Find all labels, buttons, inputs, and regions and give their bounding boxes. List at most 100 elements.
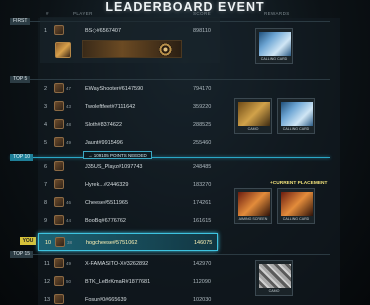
- player-score: 102030: [193, 297, 212, 303]
- player-score: 288525: [193, 122, 212, 128]
- rank-number: 13: [44, 297, 51, 303]
- player-score: 248485: [193, 164, 212, 170]
- player-level: 50: [66, 279, 72, 284]
- column-header-number: #: [46, 11, 49, 16]
- player-level: 49: [66, 140, 72, 145]
- rank-number: 5: [44, 140, 48, 146]
- current-placement-label: +CURRENT PLACEMENT: [270, 181, 328, 186]
- rank-number: 10: [45, 240, 52, 246]
- player-banner: [82, 40, 182, 58]
- reward-label: AIMING SCREEN: [238, 217, 268, 221]
- rank-emblem-icon: [54, 276, 64, 286]
- player-score: 112090: [193, 279, 211, 285]
- player-name: EWayShooter#6147590: [85, 86, 144, 92]
- rank-emblem-icon: [54, 179, 64, 189]
- reward-camo[interactable]: CAMO: [234, 98, 272, 134]
- leaderboard-row[interactable]: 9 44 BooBq#6776762 161615: [38, 212, 218, 230]
- reward-aiming-screen[interactable]: AIMING SCREEN: [234, 188, 272, 224]
- reward-calling-card[interactable]: CALLING CARD: [255, 28, 293, 64]
- rank-number: 4: [44, 122, 48, 128]
- player-score: 161615: [193, 218, 212, 224]
- section-tag-top10: TOP 10: [10, 154, 34, 161]
- calling-card-art: [259, 32, 291, 56]
- reward-label: CALLING CARD: [282, 217, 310, 221]
- leaderboard-row[interactable]: 13 Fosur#0#665639 102030: [38, 291, 218, 305]
- rank-number: 8: [44, 200, 48, 206]
- reward-label: CAMO: [268, 289, 280, 293]
- rank-number: 9: [44, 218, 48, 224]
- player-name: hogcheese#5751062: [86, 240, 138, 246]
- player-name: Hyrek...#2446329: [85, 182, 129, 188]
- player-score: 142970: [193, 261, 212, 267]
- leaderboard-row[interactable]: 7 Hyrek...#2446329 183270: [38, 176, 218, 194]
- player-name: Jaunt#9915496: [85, 140, 123, 146]
- player-level: 49: [66, 261, 72, 266]
- player-score: 255460: [193, 140, 212, 146]
- rank-emblem-icon: [54, 258, 64, 268]
- reward-camo[interactable]: CAMO: [255, 260, 293, 296]
- player-level: 44: [66, 218, 72, 223]
- player-name: BTK_LeBrKmaR#1877681: [85, 279, 151, 285]
- leaderboard-row[interactable]: 12 50 BTK_LeBrKmaR#1877681 112090: [38, 273, 218, 291]
- rank-emblem-icon: [54, 25, 64, 35]
- first-place-emblem-icon: [55, 42, 71, 58]
- column-header-score: SCORE: [193, 11, 212, 16]
- player-score: 146075: [194, 240, 213, 246]
- rank-emblem-icon: [54, 101, 64, 111]
- leaderboard-row[interactable]: 2 47 EWayShooter#6147590 794170: [38, 80, 218, 98]
- player-name: BooBq#6776762: [85, 218, 126, 224]
- rank-emblem-icon: [54, 137, 64, 147]
- leaderboard-row[interactable]: 11 49 X-FAMASITO-X#3262892 142970: [38, 255, 218, 273]
- player-name: Twoleftfeet#7111642: [85, 104, 136, 110]
- leaderboard-row-current-player[interactable]: 10 38 hogcheese#5751062 146075: [38, 233, 218, 251]
- player-score: 898110: [193, 28, 211, 34]
- player-score: 183270: [193, 182, 212, 188]
- rank-number: 11: [44, 261, 50, 267]
- rank-emblem-icon: [54, 197, 64, 207]
- player-score: 359220: [193, 104, 212, 110]
- player-level: 38: [67, 240, 73, 245]
- player-name: Cheese#5511965: [85, 200, 129, 206]
- rank-number: 6: [44, 164, 48, 170]
- reward-label: CAMO: [247, 127, 259, 131]
- player-level: 43: [66, 104, 72, 109]
- rank-number: 3: [44, 104, 48, 110]
- rank-number: 7: [44, 182, 48, 188]
- section-tag-top15: TOP 15: [10, 251, 34, 258]
- player-name: X-FAMASITO-X#3262892: [85, 261, 149, 267]
- you-tag: YOU: [20, 237, 36, 245]
- section-tag-first: FIRST: [10, 18, 31, 25]
- column-header-player: PLAYER: [73, 11, 93, 16]
- rank-emblem-icon: [55, 237, 65, 247]
- reward-calling-card[interactable]: CALLING CARD: [277, 188, 315, 224]
- rank-emblem-icon: [54, 119, 64, 129]
- camo-art: [259, 264, 291, 288]
- aiming-screen-art: [238, 192, 270, 216]
- leaderboard-row[interactable]: 5 49 Jaunt#9915496 255460: [38, 134, 218, 152]
- reward-calling-card[interactable]: CALLING CARD: [277, 98, 315, 134]
- player-level: 46: [66, 200, 72, 205]
- radiation-icon: [159, 43, 172, 56]
- calling-card-art: [281, 102, 313, 126]
- leaderboard-row[interactable]: 8 46 Cheese#5511965 174261: [38, 194, 218, 212]
- player-score: 174261: [193, 200, 212, 206]
- rank-emblem-icon: [54, 215, 64, 225]
- rank-emblem-icon: [54, 294, 64, 304]
- rank-number: 12: [44, 279, 51, 285]
- column-header-rewards: REWARDS: [264, 11, 290, 16]
- leaderboard-row[interactable]: 4 48 Sloth#8374622 288525: [38, 116, 218, 134]
- rank-number: 2: [44, 86, 48, 92]
- player-level: 47: [66, 86, 72, 91]
- rank-emblem-icon: [54, 161, 64, 171]
- camo-art: [238, 102, 270, 126]
- leaderboard-row[interactable]: 3 43 Twoleftfeet#7111642 359220: [38, 98, 218, 116]
- player-level: 48: [66, 122, 72, 127]
- reward-label: CALLING CARD: [282, 127, 310, 131]
- rank-number: 1: [44, 28, 48, 34]
- player-name: J35US_Playz#1097743: [85, 164, 143, 170]
- leaderboard-row[interactable]: 1 BS◇#6567407 898110: [38, 22, 218, 40]
- reward-label: CALLING CARD: [260, 57, 288, 61]
- calling-card-art: [281, 192, 313, 216]
- player-score: 794170: [193, 86, 212, 92]
- leaderboard-row[interactable]: 6 J35US_Playz#1097743 248485: [38, 158, 218, 176]
